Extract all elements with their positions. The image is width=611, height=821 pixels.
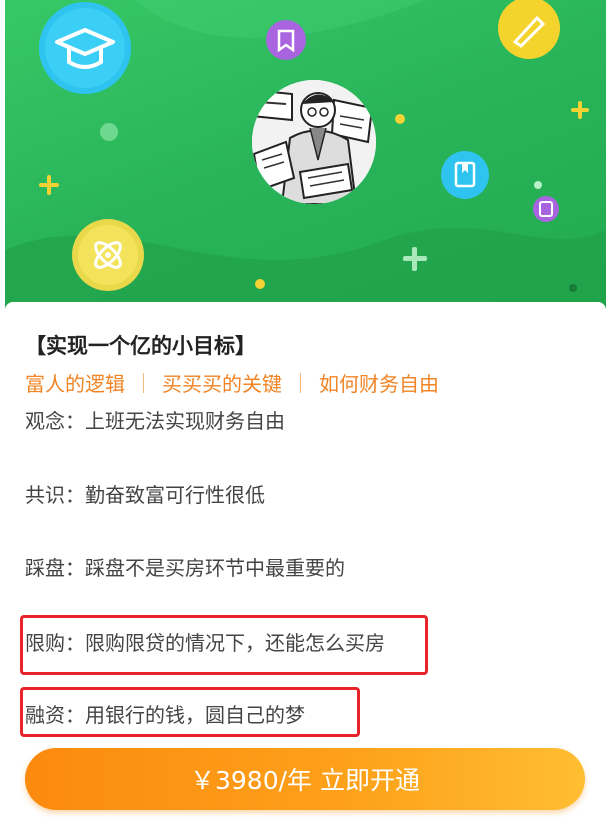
point-text: 上班无法实现财务自由 [85, 409, 285, 433]
bookmark-icon [266, 20, 306, 60]
book-icon [441, 151, 489, 199]
point-text: 踩盘不是买房环节中最重要的 [85, 556, 345, 580]
point-label: 限购 [25, 631, 65, 655]
tag-buying-key[interactable]: 买买买的关键 [162, 368, 282, 397]
tag-rich-logic[interactable]: 富人的逻辑 [25, 368, 125, 397]
cartoon-avatar-image [252, 80, 376, 204]
point-colon: ： [65, 556, 85, 580]
point-purchase-limit: 限购：限购限贷的情况下，还能怎么买房 [25, 627, 385, 656]
point-label: 观念 [25, 409, 65, 433]
point-concept: 观念：上班无法实现财务自由 [25, 405, 285, 434]
point-label: 踩盘 [25, 556, 65, 580]
tag-divider [143, 372, 144, 393]
paintbrush-icon [498, 0, 560, 59]
course-card: 【实现一个亿的小目标】 富人的逻辑 买买买的关键 如何财务自由 观念：上班无法实… [5, 302, 606, 821]
subscribe-button[interactable]: ￥3980/年 立即开通 [25, 748, 585, 810]
point-text: 限购限贷的情况下，还能怎么买房 [85, 631, 385, 655]
tag-financial-freedom[interactable]: 如何财务自由 [319, 368, 439, 397]
tag-divider [300, 372, 301, 393]
point-site-visit: 踩盘：踩盘不是买房环节中最重要的 [25, 552, 345, 581]
point-colon: ： [65, 409, 85, 433]
point-colon: ： [65, 631, 85, 655]
subscribe-button-label: ￥3980/年 立即开通 [190, 766, 420, 795]
point-colon: ： [65, 703, 85, 727]
header-banner [5, 0, 606, 320]
point-label: 融资 [25, 703, 65, 727]
point-text: 用银行的钱，圆自己的梦 [85, 703, 305, 727]
tag-list: 富人的逻辑 买买买的关键 如何财务自由 [25, 368, 439, 397]
point-colon: ： [65, 483, 85, 507]
graduation-cap-icon [39, 2, 131, 94]
avatar [252, 80, 376, 204]
atom-icon [72, 219, 144, 291]
point-financing: 融资：用银行的钱，圆自己的梦 [25, 699, 305, 728]
course-title: 【实现一个亿的小目标】 [25, 334, 256, 358]
point-consensus: 共识：勤奋致富可行性很低 [25, 479, 265, 508]
note-icon [533, 196, 559, 222]
point-text: 勤奋致富可行性很低 [85, 483, 265, 507]
point-label: 共识 [25, 483, 65, 507]
